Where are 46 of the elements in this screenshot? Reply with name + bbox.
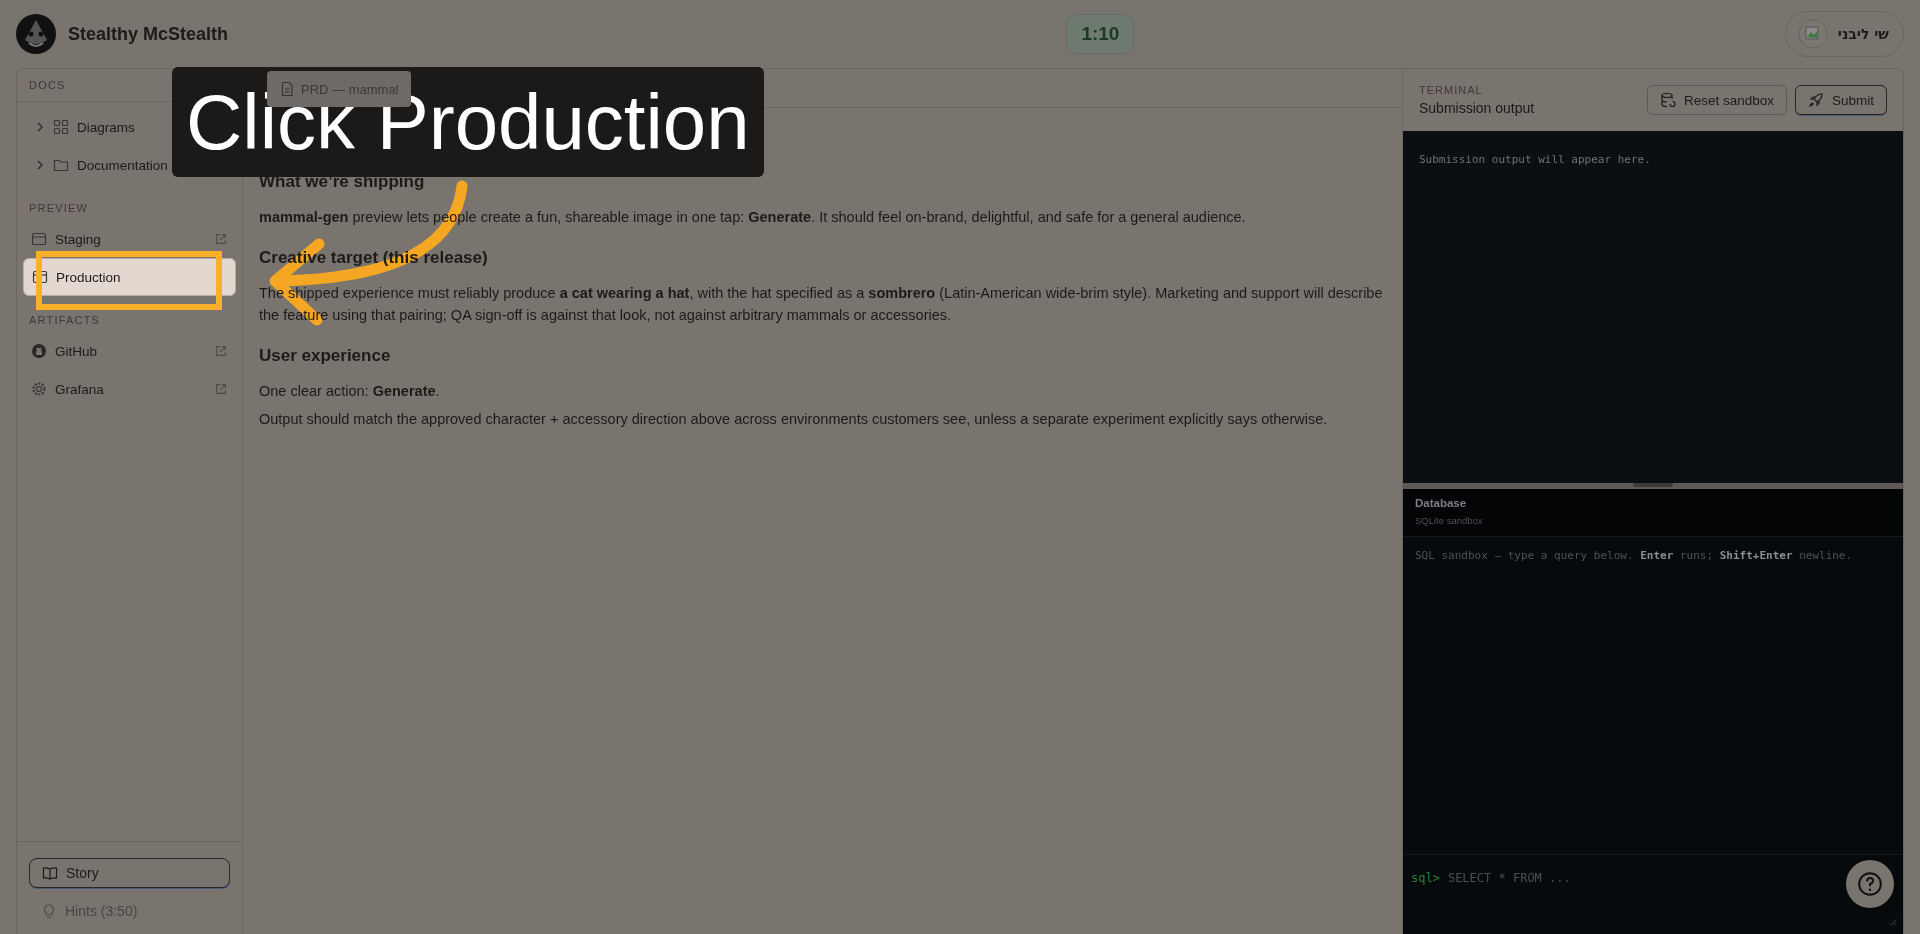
panel-label: TERMINAL: [1419, 84, 1484, 96]
folder-icon: [53, 157, 69, 173]
sql-input-field[interactable]: SELECT * FROM ...: [1447, 869, 1748, 887]
reset-sandbox-button[interactable]: Reset sandbox: [1646, 85, 1787, 115]
sql-hint-text: SQL sandbox — type a query below. Enter runs; Shift+Enter newline.: [1415, 549, 1854, 562]
external-link-icon: [214, 382, 228, 396]
paragraph: Output should match the approved character + accessory direction above across environments customers see, unless a separate experiment explicitly says otherwise.: [259, 410, 1329, 429]
lightbulb-icon: [41, 903, 57, 919]
section-title: PREVIEW: [28, 201, 90, 216]
timer-badge: 1:10: [1066, 14, 1135, 54]
nav-item[interactable]: GitHub: [23, 332, 236, 370]
tree-item-label: Documentation: [77, 157, 169, 173]
panel-subtitle: SQLite sandbox: [1415, 515, 1484, 526]
nav-item-label: GitHub: [55, 343, 99, 359]
external-link-icon: [214, 232, 228, 246]
story-button[interactable]: Story: [29, 858, 230, 888]
panel-title: Database: [1415, 497, 1468, 509]
browser-window-icon: [31, 231, 47, 247]
grid-icon: [53, 119, 69, 135]
sql-prompt: sql>: [1411, 870, 1440, 887]
github-icon: [31, 343, 47, 359]
nav-item-label: Grafana: [55, 381, 105, 397]
nav-item-label: Staging: [55, 231, 102, 247]
terminal-output: Submission output will appear here.: [1419, 153, 1651, 166]
resize-grip-icon[interactable]: [1889, 918, 1897, 926]
help-icon: [1857, 871, 1883, 897]
paragraph: One clear action: Generate.: [259, 382, 441, 401]
mascot-logo-icon: [16, 14, 56, 54]
section-heading: User experience: [259, 346, 392, 366]
broken-image-icon: [1797, 19, 1828, 49]
book-icon: [42, 865, 58, 881]
database-reset-icon: [1659, 92, 1676, 108]
tree-item-label: Diagrams: [77, 119, 136, 135]
panel-title: Submission output: [1419, 100, 1535, 116]
nav-item[interactable]: Grafana: [23, 370, 236, 408]
nav-item-label: Production: [56, 269, 122, 285]
selected-nav-item[interactable]: Production: [23, 258, 236, 296]
section-title: ARTIFACTS: [28, 313, 102, 328]
gear-icon: [31, 381, 47, 397]
external-link-icon: [214, 344, 228, 358]
nav-item[interactable]: Staging: [23, 220, 236, 258]
app-name: Stealthy McStealth: [68, 23, 229, 45]
rocket-icon: [1807, 92, 1824, 108]
resize-handle[interactable]: [1633, 483, 1673, 487]
browser-window-icon: [32, 269, 48, 285]
submit-button[interactable]: Submit: [1794, 85, 1887, 115]
